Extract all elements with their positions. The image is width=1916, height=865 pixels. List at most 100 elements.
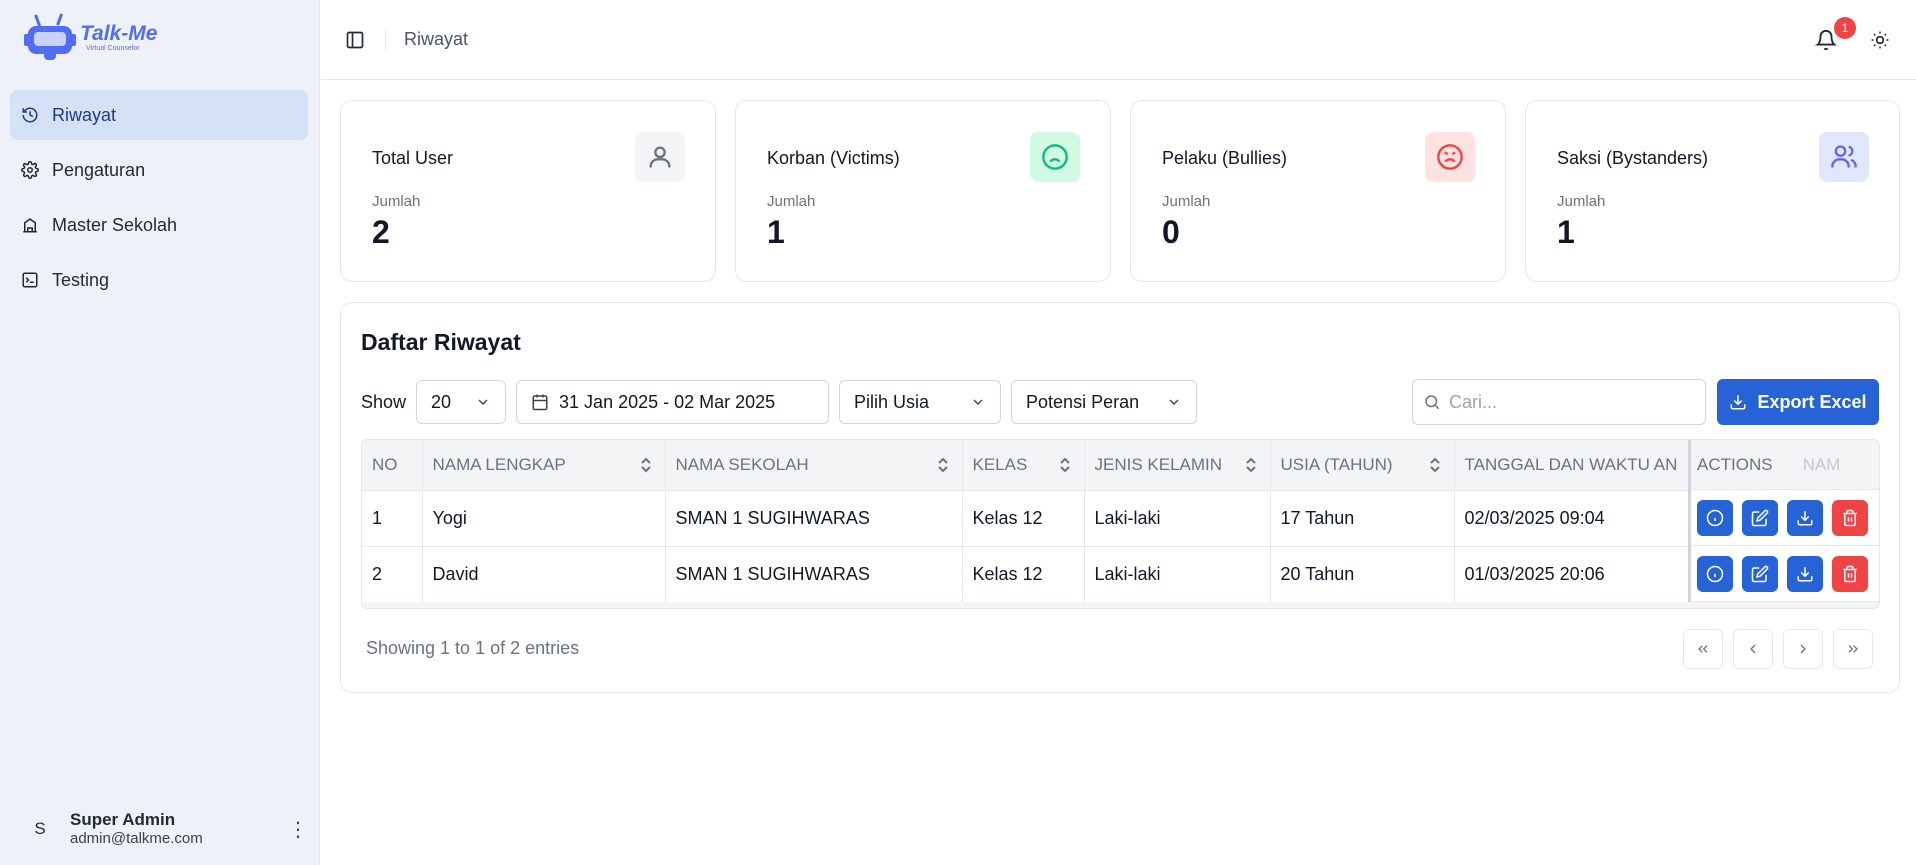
cell-tanggal: 01/03/2025 20:06 <box>1454 546 1695 603</box>
sidebar-item-label: Testing <box>52 269 110 290</box>
chevron-down-icon <box>1169 399 1179 405</box>
page-size-select[interactable]: 20 <box>416 380 507 424</box>
column-header-kelas[interactable]: KELAS <box>962 440 1085 491</box>
cell-nama: Yogi <box>422 490 666 547</box>
stat-value: 1 <box>1557 214 1575 250</box>
sidebar-nav: Riwayat Pengaturan Master Sekolah Testin… <box>10 90 308 310</box>
sidebar-item-label: Pengaturan <box>52 159 146 180</box>
sidebar: Talk-Me Virtual Counselor Riwayat Pengat… <box>0 0 320 865</box>
cell-sekolah: SMAN 1 SUGIHWARAS <box>665 546 963 603</box>
download-icon <box>1730 395 1746 410</box>
sidebar-toggle-icon[interactable] <box>343 28 367 52</box>
sidebar-item-pengaturan[interactable]: Pengaturan <box>10 145 308 195</box>
stat-label: Jumlah <box>767 193 816 210</box>
sort-icon <box>937 457 948 473</box>
sort-icon <box>1429 457 1440 473</box>
cell-nama: David <box>422 546 666 603</box>
gear-icon <box>20 160 40 180</box>
stat-card-bystanders: Saksi (Bystanders) Jumlah 1 <box>1525 100 1900 282</box>
delete-button[interactable] <box>1832 499 1868 536</box>
delete-button[interactable] <box>1832 555 1868 592</box>
trash-icon <box>1843 509 1857 526</box>
sort-icon <box>1245 457 1256 473</box>
cell-kelas: Kelas 12 <box>962 546 1085 603</box>
user-icon <box>635 132 685 182</box>
edit-button[interactable] <box>1742 499 1778 536</box>
row-actions <box>1691 490 1879 546</box>
export-excel-button[interactable]: Export Excel <box>1717 379 1879 425</box>
date-range-value: 31 Jan 2025 - 02 Mar 2025 <box>559 391 776 412</box>
robot-logo-icon <box>24 12 76 60</box>
sidebar-item-testing[interactable]: Testing <box>10 255 308 305</box>
stat-title: Total User <box>372 148 454 168</box>
download-button[interactable] <box>1787 499 1823 536</box>
cell-jenis-kelamin: Laki-laki <box>1084 546 1271 603</box>
column-header-usia[interactable]: USIA (TAHUN) <box>1270 440 1455 491</box>
export-label: Export Excel <box>1757 391 1867 412</box>
more-vertical-icon[interactable]: ⋮ <box>286 817 310 842</box>
chevron-down-icon <box>973 399 983 405</box>
date-range-picker[interactable]: 31 Jan 2025 - 02 Mar 2025 <box>516 380 830 424</box>
sidebar-item-master-sekolah[interactable]: Master Sekolah <box>10 200 308 250</box>
download-button[interactable] <box>1787 555 1823 592</box>
card-title: Daftar Riwayat <box>361 329 521 355</box>
table-header-row: NO NAMA LENGKAP NAMA SEKOLAH KELAS JENIS… <box>362 440 1695 491</box>
row-actions <box>1691 546 1879 602</box>
edit-icon <box>1751 565 1769 582</box>
sidebar-item-riwayat[interactable]: Riwayat <box>10 90 308 140</box>
column-header-tanggal[interactable]: TANGGAL DAN WAKTU AN <box>1454 440 1695 491</box>
last-page-button[interactable] <box>1833 629 1873 669</box>
school-icon <box>20 215 40 235</box>
header-divider <box>385 28 386 51</box>
next-page-button[interactable] <box>1783 629 1823 669</box>
stat-card-victims: Korban (Victims) Jumlah 1 <box>735 100 1111 282</box>
stat-value: 2 <box>372 214 390 250</box>
column-header-nama-sekolah[interactable]: NAMA SEKOLAH <box>665 440 963 491</box>
role-filter-select[interactable]: Potensi Peran <box>1011 380 1198 424</box>
history-table-card: Daftar Riwayat Show 20 31 Jan 2025 - 02 … <box>340 302 1900 693</box>
sun-icon[interactable] <box>1868 28 1892 52</box>
sort-icon <box>640 457 651 473</box>
app-logo[interactable]: Talk-Me Virtual Counselor <box>24 12 157 60</box>
filter-bar: Show 20 31 Jan 2025 - 02 Mar 2025 Pilih … <box>361 379 1207 425</box>
cell-no: 2 <box>362 546 423 603</box>
page-size-value: 20 <box>431 391 452 412</box>
users-icon <box>1819 132 1869 182</box>
stat-label: Jumlah <box>1557 193 1606 210</box>
column-header-jenis-kelamin[interactable]: JENIS KELAMIN <box>1084 440 1271 491</box>
column-header-nama-lengkap[interactable]: NAMA LENGKAP <box>422 440 666 491</box>
search-input[interactable] <box>1449 391 1689 413</box>
chevron-right-icon <box>1800 644 1806 654</box>
edit-button[interactable] <box>1742 555 1778 592</box>
age-filter-select[interactable]: Pilih Usia <box>839 380 1002 424</box>
prev-page-button[interactable] <box>1733 629 1773 669</box>
history-table: NO NAMA LENGKAP NAMA SEKOLAH KELAS JENIS… <box>361 439 1880 609</box>
avatar: S <box>34 819 46 838</box>
cell-sekolah: SMAN 1 SUGIHWARAS <box>665 490 963 547</box>
trash-icon <box>1843 565 1857 582</box>
overflow-column-header: NAM <box>1802 454 1841 474</box>
cell-tanggal: 02/03/2025 09:04 <box>1454 490 1695 547</box>
edit-icon <box>1751 509 1769 526</box>
history-icon <box>20 105 40 125</box>
stat-title: Saksi (Bystanders) <box>1557 148 1709 168</box>
chevron-down-icon <box>478 399 488 405</box>
info-button[interactable] <box>1697 499 1733 536</box>
horizontal-scrollbar[interactable] <box>362 602 1879 608</box>
table: NO NAMA LENGKAP NAMA SEKOLAH KELAS JENIS… <box>362 440 1695 603</box>
brand-name: Talk-Me <box>80 21 158 45</box>
cell-kelas: Kelas 12 <box>962 490 1085 547</box>
cell-usia: 17 Tahun <box>1270 490 1455 547</box>
cell-no: 1 <box>362 490 423 547</box>
cell-usia: 20 Tahun <box>1270 546 1455 603</box>
age-filter-value: Pilih Usia <box>854 391 930 412</box>
stat-label: Jumlah <box>1162 193 1211 210</box>
table-row: 2 David SMAN 1 SUGIHWARAS Kelas 12 Laki-… <box>362 546 1695 603</box>
first-page-button[interactable] <box>1683 629 1723 669</box>
pagination <box>1683 629 1873 669</box>
brand-tagline: Virtual Counselor <box>86 44 140 52</box>
download-icon <box>1797 566 1813 581</box>
info-button[interactable] <box>1697 555 1733 592</box>
cell-jenis-kelamin: Laki-laki <box>1084 490 1271 547</box>
user-profile[interactable]: S Super Admin admin@talkme.com ⋮ <box>20 805 310 853</box>
